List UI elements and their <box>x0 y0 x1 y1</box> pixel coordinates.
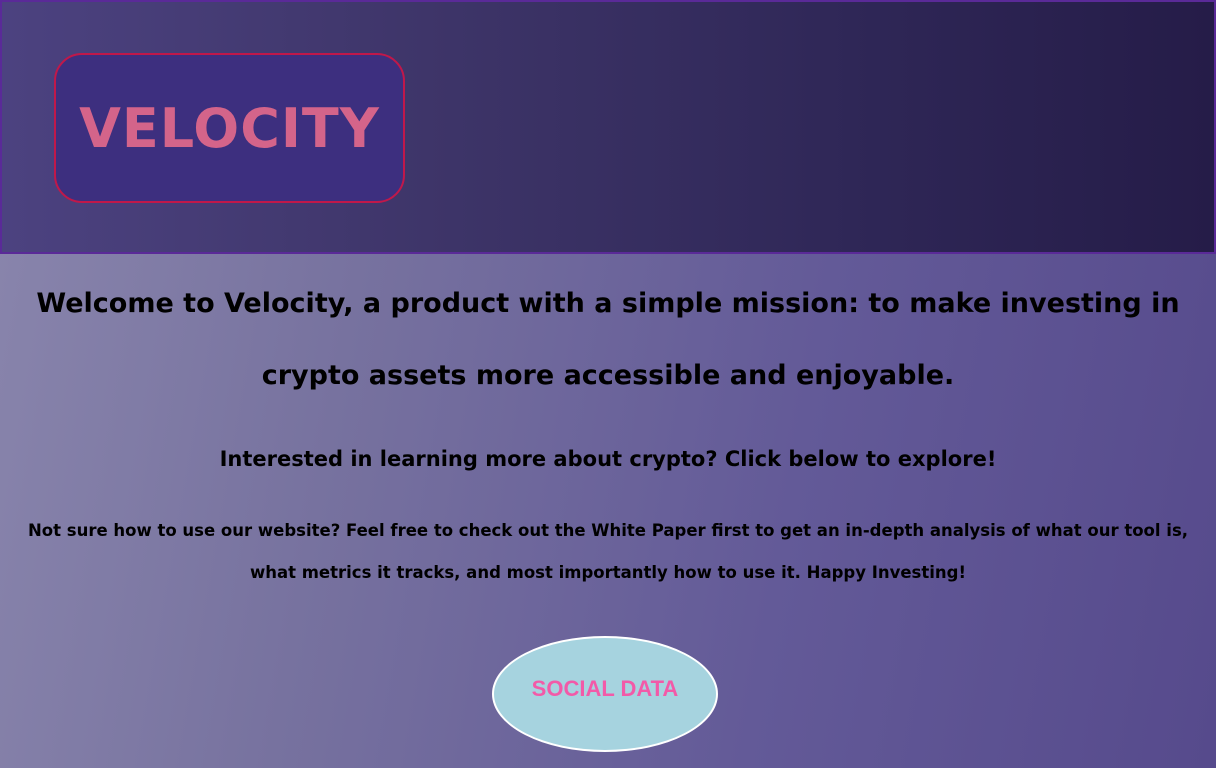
social-data-button[interactable]: SOCIAL DATA <box>492 636 718 752</box>
logo-text: VELOCITY <box>79 96 380 160</box>
welcome-heading: Welcome to Velocity, a product with a si… <box>36 288 1180 391</box>
white-paper-note: Not sure how to use our website? Feel fr… <box>27 521 1189 582</box>
logo[interactable]: VELOCITY <box>54 53 405 203</box>
social-data-label: SOCIAL DATA <box>531 676 679 701</box>
site-header: VELOCITY <box>0 0 1216 254</box>
explore-prompt: Interested in learning more about crypto… <box>219 447 997 471</box>
